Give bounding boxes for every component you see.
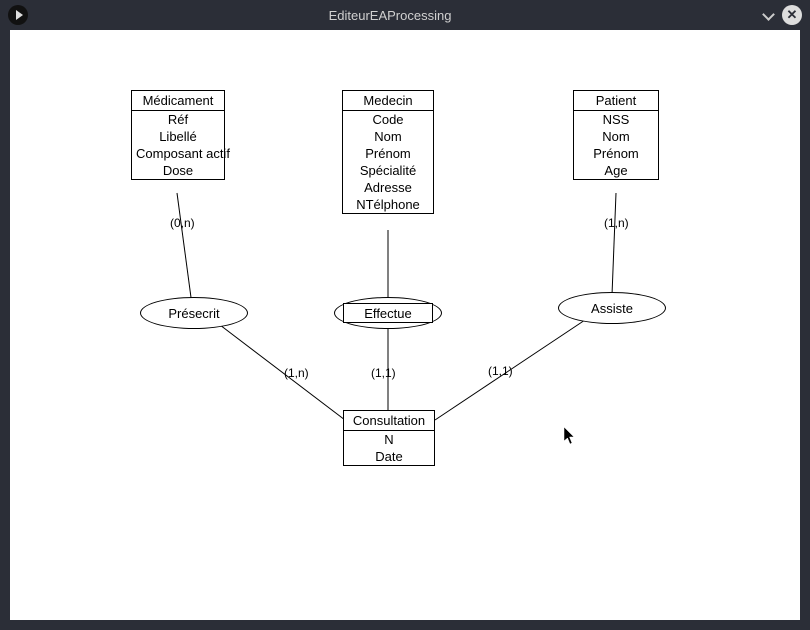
entity-attr: Nom [574,128,658,145]
entity-attr: Composant actif [132,145,224,162]
relationship-effectue-overlay: Effectue [343,303,433,323]
entity-attr: Nom [343,128,433,145]
relationship-label: Assiste [591,301,633,316]
entity-attr: Dose [132,162,224,179]
entity-title: Consultation [344,411,434,431]
entity-attr: Age [574,162,658,179]
cardinality-label: (1,n) [604,216,629,230]
entity-consultation[interactable]: Consultation N Date [343,410,435,466]
relationship-label: Présecrit [168,306,219,321]
mouse-cursor-icon [564,427,576,445]
close-icon[interactable]: ✕ [782,5,802,25]
window-title: EditeurEAProcessing [38,8,742,23]
cardinality-label: (0,n) [170,216,195,230]
play-icon [16,10,23,20]
entity-attr: Prénom [343,145,433,162]
cardinality-label: (1,1) [371,366,396,380]
entity-attr: Prénom [574,145,658,162]
entity-medecin[interactable]: Medecin Code Nom Prénom Spécialité Adres… [342,90,434,214]
entity-medicament[interactable]: Médicament Réf Libellé Composant actif D… [131,90,225,180]
app-icon [8,5,28,25]
relationship-presecrit[interactable]: Présecrit [140,297,248,329]
entity-attr: Libellé [132,128,224,145]
diagram-canvas[interactable]: Médicament Réf Libellé Composant actif D… [10,30,800,620]
entity-title: Médicament [132,91,224,111]
entity-attr: Réf [132,111,224,128]
entity-attr: NSS [574,111,658,128]
entity-attr: Date [344,448,434,465]
entity-title: Patient [574,91,658,111]
entity-attr: N [344,431,434,448]
entity-attr: NTélphone [343,196,433,213]
entity-attr: Adresse [343,179,433,196]
entity-patient[interactable]: Patient NSS Nom Prénom Age [573,90,659,180]
relationship-assiste[interactable]: Assiste [558,292,666,324]
cardinality-label: (1,1) [488,364,513,378]
entity-attr: Code [343,111,433,128]
entity-title: Medecin [343,91,433,111]
cardinality-label: (1,n) [284,366,309,380]
entity-attr: Spécialité [343,162,433,179]
minimize-icon[interactable] [762,8,776,22]
title-bar: EditeurEAProcessing ✕ [0,0,810,30]
